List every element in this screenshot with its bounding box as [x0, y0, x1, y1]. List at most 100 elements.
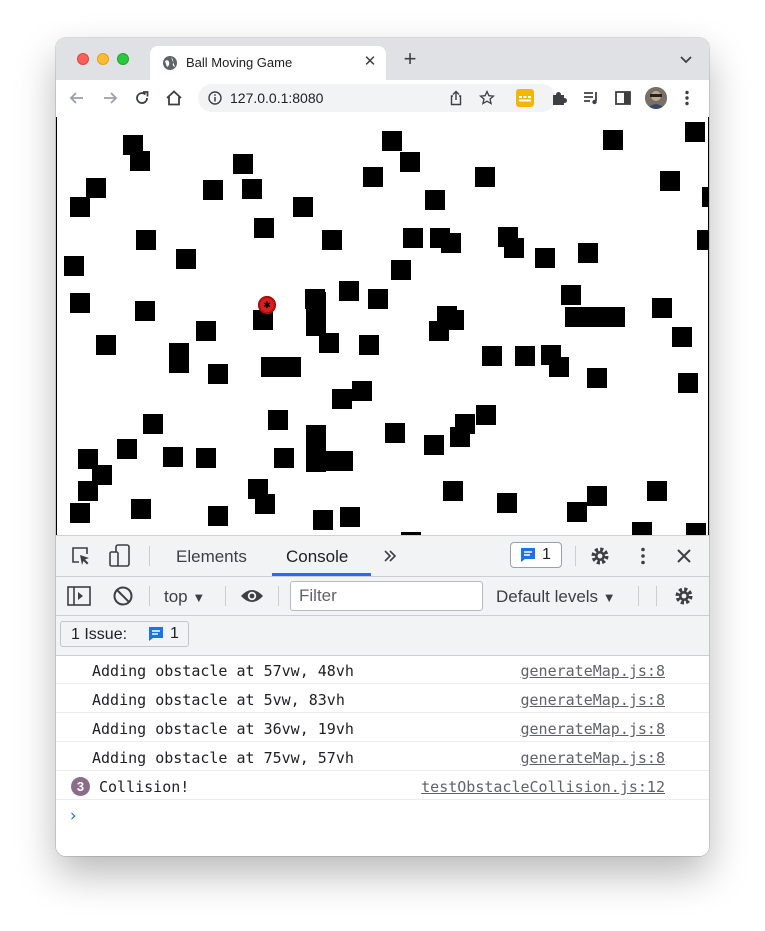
- console-message: Adding obstacle at 5vw, 83vh generateMap…: [56, 685, 709, 713]
- obstacle-block: [64, 256, 84, 276]
- obstacle-block: [450, 427, 470, 447]
- side-panel-icon[interactable]: [613, 88, 633, 108]
- divider: [278, 586, 279, 606]
- obstacle-block: [322, 230, 342, 250]
- browser-tab[interactable]: Ball Moving Game ✕: [150, 46, 386, 80]
- source-link[interactable]: generateMap.js:8: [521, 691, 666, 709]
- gear-icon[interactable]: [673, 585, 695, 607]
- obstacle-block: [208, 364, 228, 384]
- url-text[interactable]: 127.0.0.1:8080: [230, 90, 323, 106]
- obstacle-block: [678, 373, 698, 393]
- tab-elements[interactable]: Elements: [176, 547, 247, 567]
- source-link[interactable]: testObstacleCollision.js:12: [421, 778, 665, 796]
- arrow-left-icon[interactable]: [67, 88, 87, 108]
- gear-icon[interactable]: [589, 545, 611, 567]
- log-levels-select[interactable]: Default levels ▼: [496, 587, 616, 607]
- eye-icon[interactable]: [240, 587, 264, 605]
- caret-down-icon: ▼: [602, 590, 616, 605]
- address-bar[interactable]: 127.0.0.1:8080: [198, 84, 556, 112]
- obstacle-block: [70, 197, 90, 217]
- obstacle-block: [176, 249, 196, 269]
- window-zoom-button[interactable]: [117, 53, 129, 65]
- issues-button[interactable]: 1 Issue: 1: [60, 621, 189, 647]
- filter-input[interactable]: [290, 581, 483, 611]
- console-message: Adding obstacle at 75vw, 57vh generateMa…: [56, 743, 709, 771]
- clear-console-icon[interactable]: [112, 585, 134, 607]
- obstacle-block: [515, 346, 535, 366]
- source-link[interactable]: generateMap.js:8: [521, 662, 666, 680]
- obstacle-block: [143, 414, 163, 434]
- obstacle-block: [647, 481, 667, 501]
- obstacle-block: [697, 230, 708, 250]
- puzzle-icon[interactable]: [549, 88, 569, 108]
- obstacle-block: [660, 171, 680, 191]
- obstacle-block: [319, 333, 339, 353]
- devtools-tabbar: Elements Console 1: [56, 536, 709, 577]
- obstacle-block: [672, 327, 692, 347]
- share-icon[interactable]: [448, 90, 464, 106]
- obstacle-block: [443, 481, 463, 501]
- keyboard-extension-icon[interactable]: [516, 89, 534, 107]
- inspect-element-icon[interactable]: [70, 545, 92, 567]
- tab-console[interactable]: Console: [286, 547, 348, 567]
- console-prompt[interactable]: ›: [68, 806, 78, 826]
- divider: [638, 586, 639, 606]
- context-value: top: [164, 587, 188, 606]
- obstacle-block: [169, 353, 189, 373]
- active-tab-indicator: [272, 573, 371, 576]
- close-icon[interactable]: ✕: [362, 54, 378, 70]
- avatar[interactable]: [645, 87, 667, 109]
- obstacle-block: [686, 523, 706, 535]
- divider: [149, 586, 150, 606]
- window-close-button[interactable]: [77, 53, 89, 65]
- obstacle-block: [391, 260, 411, 280]
- obstacle-block: [359, 335, 379, 355]
- info-icon[interactable]: [208, 91, 222, 105]
- browser-window: Ball Moving Game ✕ + 127.0.0.1:8080 ✱ El…: [56, 38, 709, 856]
- obstacle-block: [163, 447, 183, 467]
- browser-toolbar: 127.0.0.1:8080: [56, 80, 709, 118]
- obstacle-block: [603, 130, 623, 150]
- context-select[interactable]: top ▼: [164, 587, 205, 607]
- globe-icon: [163, 56, 177, 70]
- console-message: Adding obstacle at 57vw, 48vh generateMa…: [56, 656, 709, 684]
- kebab-menu-icon[interactable]: [677, 88, 697, 108]
- message-icon: [149, 627, 163, 641]
- reload-icon[interactable]: [132, 88, 152, 108]
- plus-icon[interactable]: +: [401, 48, 419, 70]
- obstacle-block: [86, 178, 106, 198]
- obstacle-block: [242, 179, 262, 199]
- close-icon[interactable]: [675, 547, 693, 565]
- obstacle-block: [78, 481, 98, 501]
- console-message: Adding obstacle at 36vw, 19vh generateMa…: [56, 714, 709, 742]
- star-icon[interactable]: [479, 90, 495, 106]
- message-text: Collision!: [99, 778, 190, 796]
- obstacle-block: [476, 405, 496, 425]
- double-chevron-right-icon[interactable]: [382, 548, 398, 564]
- home-icon[interactable]: [164, 88, 184, 108]
- obstacle-block: [306, 292, 326, 312]
- chevron-down-icon[interactable]: [678, 53, 694, 67]
- window-minimize-button[interactable]: [97, 53, 109, 65]
- obstacle-block: [352, 381, 372, 401]
- kebab-menu-icon[interactable]: [633, 546, 653, 566]
- obstacle-block: [70, 293, 90, 313]
- obstacle-block: [685, 122, 705, 142]
- device-toolbar-icon[interactable]: [108, 543, 132, 569]
- arrow-right-icon[interactable]: [100, 88, 120, 108]
- obstacle-block: [385, 423, 405, 443]
- source-link[interactable]: generateMap.js:8: [521, 720, 666, 738]
- obstacle-block: [281, 357, 301, 377]
- sidebar-toggle-icon[interactable]: [67, 586, 91, 606]
- issues-label: 1 Issue:: [71, 626, 128, 643]
- media-icon[interactable]: [581, 88, 601, 108]
- player-ball[interactable]: ✱: [258, 296, 276, 314]
- divider: [575, 546, 576, 566]
- obstacle-block: [497, 493, 517, 513]
- messages-badge[interactable]: 1: [510, 542, 562, 568]
- obstacle-block: [196, 321, 216, 341]
- obstacle-block: [587, 486, 607, 506]
- game-canvas[interactable]: ✱: [56, 117, 709, 535]
- source-link[interactable]: generateMap.js:8: [521, 749, 666, 767]
- obstacle-block: [117, 439, 137, 459]
